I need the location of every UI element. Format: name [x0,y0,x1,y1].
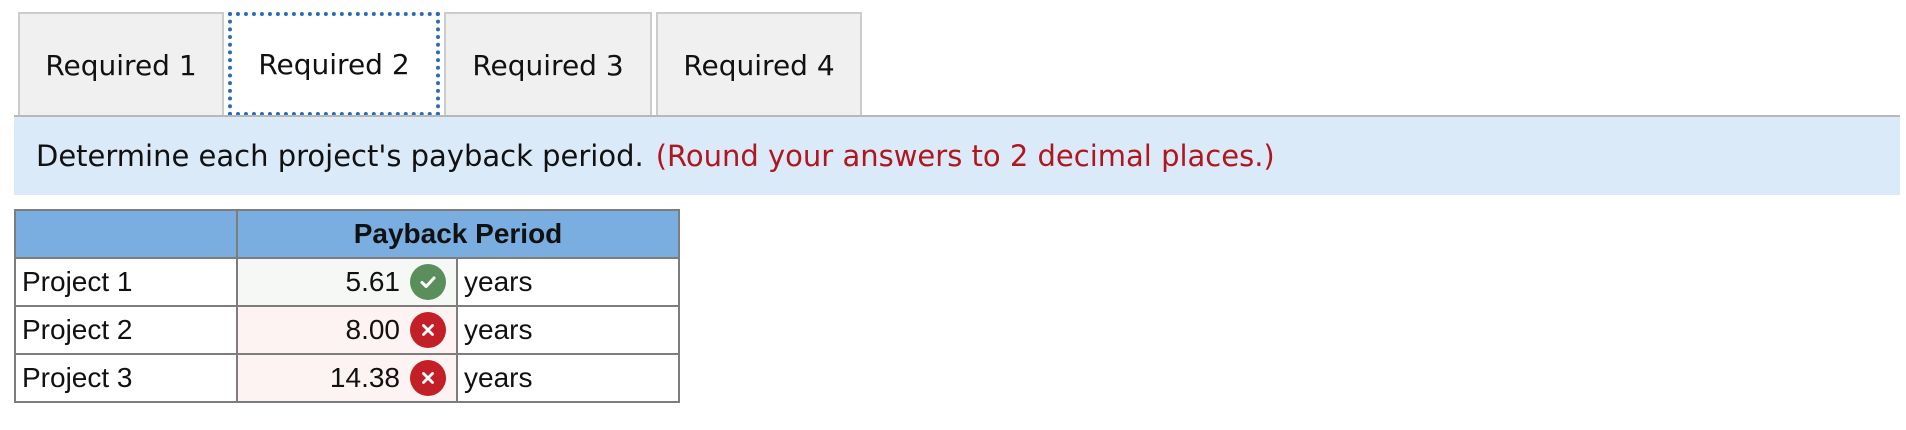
tab-label: Required 1 [45,48,197,82]
row-label: Project 3 [14,353,238,403]
tab-required-3[interactable]: Required 3 [444,12,652,116]
x-circle-icon [410,312,446,348]
tab-required-1[interactable]: Required 1 [18,12,224,116]
table-header-row: Payback Period [14,209,680,259]
table-row: Project 3 14.38 years [14,353,680,403]
x-circle-icon [410,360,446,396]
tab-label: Required 4 [683,48,835,82]
payback-value-cell[interactable]: 5.61 [236,257,458,307]
header-blank-cell [14,209,238,259]
tab-required-4[interactable]: Required 4 [656,12,862,116]
payback-value-cell[interactable]: 8.00 [236,305,458,355]
unit-label: years [456,353,680,403]
payback-period-header: Payback Period [236,209,680,259]
unit-label: years [456,305,680,355]
instruction-text: Determine each project's payback period. [36,139,644,173]
row-label: Project 1 [14,257,238,307]
payback-table: Payback Period Project 1 5.61 years Proj… [14,209,680,403]
table-row: Project 2 8.00 years [14,305,680,355]
instruction-banner: Determine each project's payback period.… [14,117,1900,195]
payback-value[interactable]: 14.38 [330,362,400,394]
tab-label: Required 2 [258,47,410,81]
check-circle-icon [410,264,446,300]
row-label: Project 2 [14,305,238,355]
unit-label: years [456,257,680,307]
tab-bar: Required 1 Required 2 Required 3 Require… [18,12,866,116]
rounding-note: (Round your answers to 2 decimal places.… [655,139,1275,173]
tab-required-2[interactable]: Required 2 [228,12,440,116]
tab-label: Required 3 [472,48,624,82]
table-row: Project 1 5.61 years [14,257,680,307]
payback-value[interactable]: 8.00 [346,314,401,346]
payback-value[interactable]: 5.61 [346,266,401,298]
payback-value-cell[interactable]: 14.38 [236,353,458,403]
